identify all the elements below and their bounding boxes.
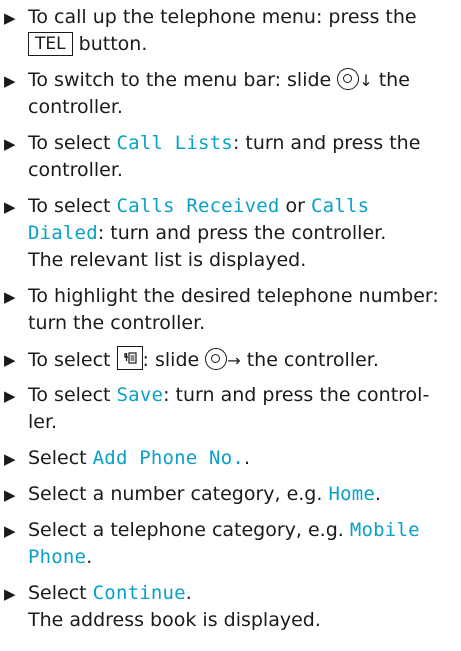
menu-item-calls-dialed-part2: Dialed — [28, 222, 98, 244]
menu-item-mobile-phone-part2: Phone — [28, 546, 87, 568]
step-arrow-icon: ▶ — [4, 351, 16, 369]
slide-right-arrow-icon: → — [227, 351, 241, 370]
step-text: To select Save: turn and press the contr… — [28, 382, 455, 436]
step-text-part: Select a number category, e.g. — [28, 483, 323, 505]
instruction-page: ▶ To call up the telephone menu: press t… — [0, 0, 461, 651]
step-arrow-icon: ▶ — [4, 72, 16, 90]
step-text: To select : slide → the controller. — [28, 346, 455, 374]
menu-item-calls-dialed-part1: Calls — [311, 195, 370, 217]
step-telephone-category: ▶ Select a telephone category, e.g. Mobi… — [0, 517, 455, 571]
menu-item-save: Save — [116, 384, 164, 406]
step-text-part: turn the controller. — [28, 312, 206, 334]
step-text-part: To select — [28, 349, 111, 371]
controller-icon — [205, 348, 228, 370]
step-text: To select Calls Received or Calls Dialed… — [28, 193, 455, 274]
step-text-part: Select — [28, 447, 87, 469]
step-text-part: button. — [78, 33, 148, 55]
menu-item-home: Home — [328, 483, 376, 505]
step-highlight-number: ▶ To highlight the desired telephone num… — [0, 283, 455, 337]
step-add-phone-no: ▶ Select Add Phone No.. — [0, 445, 455, 472]
step-text-part: . — [86, 546, 93, 568]
step-text-part: The relevant list is displayed. — [28, 249, 307, 271]
step-number-category: ▶ Select a number category, e.g. Home. — [0, 481, 455, 508]
slide-down-arrow-icon: ↓ — [359, 71, 373, 90]
step-text-part: : turn and press the control- — [163, 384, 430, 406]
step-text-part: . — [243, 447, 251, 469]
menu-item-calls-received: Calls Received — [116, 195, 280, 217]
step-text-part: To select — [28, 195, 111, 217]
step-text: Select a number category, e.g. Home. — [28, 481, 455, 508]
menu-item-mobile-phone-part1: Mobile — [349, 519, 420, 541]
step-call-up-telephone-menu: ▶ To call up the telephone menu: press t… — [0, 4, 455, 58]
step-switch-menu-bar: ▶ To switch to the menu bar: slide ↓ the… — [0, 67, 455, 121]
step-continue: ▶ Select Continue. The address book is d… — [0, 580, 455, 634]
step-text-part: To highlight the desired telephone numbe… — [28, 285, 439, 307]
step-arrow-icon: ▶ — [4, 585, 16, 603]
step-arrow-icon: ▶ — [4, 288, 16, 306]
phonebook-save-icon — [116, 346, 143, 370]
step-text: To highlight the desired telephone numbe… — [28, 283, 455, 337]
step-text-part: or — [285, 195, 305, 217]
step-text-part: . — [375, 483, 382, 505]
step-text-part: : turn and press the — [232, 132, 421, 154]
controller-icon — [337, 68, 360, 90]
step-text-part: To select — [28, 384, 111, 406]
step-text-part: controller. — [28, 96, 123, 118]
step-text: To call up the telephone menu: press the… — [28, 4, 455, 58]
step-text: To select Call Lists: turn and press the… — [28, 130, 455, 184]
step-arrow-icon: ▶ — [4, 198, 16, 216]
step-text: To switch to the menu bar: slide ↓ the c… — [28, 67, 455, 121]
step-text-part: Select a telephone category, e.g. — [28, 519, 344, 541]
tel-key-label: TEL — [28, 32, 73, 56]
step-text: Select Continue. The address book is dis… — [28, 580, 455, 634]
step-text-part: controller. — [28, 159, 123, 181]
step-text-part: the controller. — [246, 349, 379, 371]
step-text-part: To switch to the menu bar: slide — [28, 69, 332, 91]
step-text-part: the — [378, 69, 410, 91]
step-text: Select Add Phone No.. — [28, 445, 455, 472]
phonebook-save-glyph — [123, 352, 137, 364]
step-arrow-icon: ▶ — [4, 387, 16, 405]
step-arrow-icon: ▶ — [4, 9, 16, 27]
step-select-save-icon: ▶ To select : slide → the controller. — [0, 346, 455, 374]
step-text-part: To call up the telephone menu: press the — [28, 6, 417, 28]
menu-item-call-lists: Call Lists — [116, 132, 233, 154]
step-text-part: : slide — [142, 349, 200, 371]
menu-item-add-phone-no: Add Phone No. — [92, 447, 244, 469]
step-arrow-icon: ▶ — [4, 486, 16, 504]
step-text-part: Select — [28, 582, 87, 604]
step-text-part: To select — [28, 132, 111, 154]
step-arrow-icon: ▶ — [4, 450, 16, 468]
step-select-save: ▶ To select Save: turn and press the con… — [0, 382, 455, 436]
step-text-part: The address book is displayed. — [28, 609, 321, 631]
step-text-part: : turn and press the controller. — [97, 222, 387, 244]
step-text-part: ler. — [28, 411, 58, 433]
step-text-part: . — [185, 582, 192, 604]
step-text: Select a telephone category, e.g. Mobile… — [28, 517, 455, 571]
step-arrow-icon: ▶ — [4, 135, 16, 153]
step-select-calls-received: ▶ To select Calls Received or Calls Dial… — [0, 193, 455, 274]
step-select-call-lists: ▶ To select Call Lists: turn and press t… — [0, 130, 455, 184]
menu-item-continue: Continue — [92, 582, 186, 604]
step-arrow-icon: ▶ — [4, 522, 16, 540]
